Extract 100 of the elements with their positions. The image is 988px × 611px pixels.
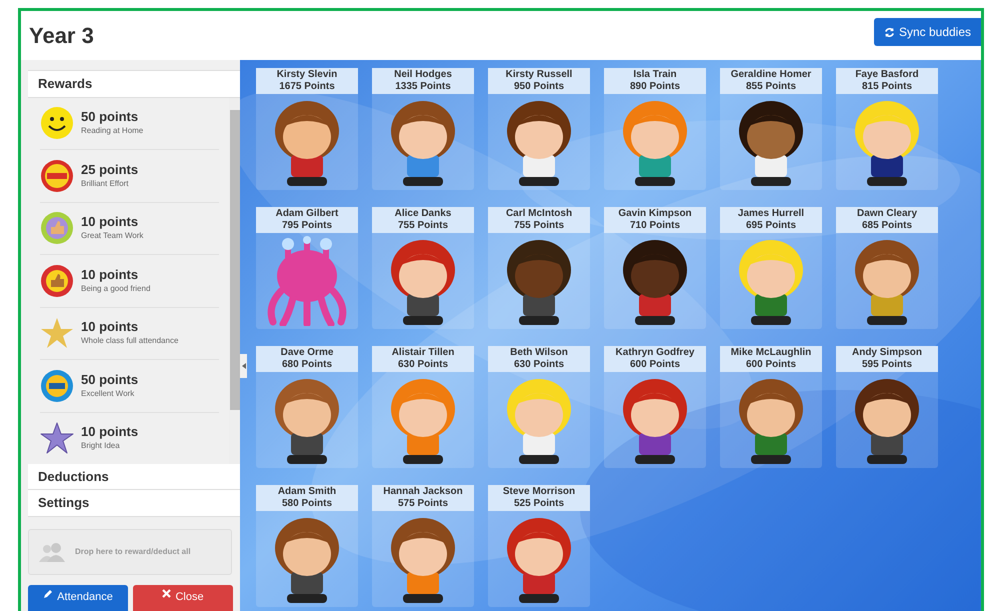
sync-buddies-button[interactable]: Sync buddies (874, 18, 981, 46)
smiley-icon (40, 106, 74, 140)
student-card[interactable]: Kirsty Russell 950 Points (488, 68, 590, 190)
student-card[interactable]: Isla Train 890 Points (604, 68, 706, 190)
reward-name: Whole class full attendance (81, 335, 178, 348)
student-card[interactable]: Andy Simpson 595 Points (836, 346, 938, 468)
reward-points: 50 points (81, 109, 140, 126)
student-card[interactable]: Mike McLaughlin 600 Points (720, 346, 822, 468)
student-points: 710 Points (630, 220, 680, 232)
section-header[interactable]: Rewards (28, 70, 240, 98)
student-name: Alice Danks (394, 208, 452, 220)
student-points: 795 Points (282, 220, 332, 232)
student-card[interactable]: Steve Morrison 525 Points (488, 485, 590, 607)
reward-item[interactable]: 50 points Excellent Work (40, 360, 219, 412)
student-card[interactable]: Dave Orme 680 Points (256, 346, 358, 468)
reward-name: Reading at Home (81, 125, 144, 138)
reward-points: 50 points (81, 372, 138, 388)
reward-name: Excellent Work (81, 388, 136, 400)
student-name: Isla Train (633, 69, 677, 81)
student-points: 695 Points (746, 220, 796, 232)
student-name: Steve Morrison (502, 486, 576, 498)
student-points: 575 Points (398, 498, 448, 510)
sync-icon (884, 26, 895, 38)
student-card[interactable]: Alistair Tillen 630 Points (372, 346, 474, 468)
student-card[interactable]: Kirsty Slevin 1675 Points (256, 68, 358, 190)
student-card[interactable]: Faye Basford 815 Points (836, 68, 938, 190)
reward-points: 10 points (81, 319, 140, 336)
student-card[interactable]: Kathryn Godfrey 600 Points (604, 346, 706, 468)
student-card[interactable]: Alice Danks 755 Points (372, 207, 474, 329)
student-card[interactable]: Adam Gilbert 795 Points (256, 207, 358, 329)
student-name: Kirsty Slevin (276, 69, 338, 81)
reward-name: Being a good friend (81, 282, 150, 295)
student-card[interactable]: Adam Smith 580 Points (256, 485, 358, 607)
student-points: 755 Points (514, 220, 564, 232)
pencil-icon (43, 588, 54, 598)
student-points: 815 Points (862, 81, 912, 93)
student-card[interactable]: Neil Hodges 1335 Points (372, 68, 474, 190)
star-icon (40, 421, 74, 456)
student-name: Alistair Tillen (392, 347, 454, 359)
reward-item[interactable]: 10 points Whole class full attendance (40, 308, 219, 360)
page-title: Year 3 (29, 22, 94, 50)
student-card[interactable]: Gavin Kimpson 710 Points (604, 207, 706, 329)
student-points: 600 Points (746, 359, 796, 371)
badge-icon (40, 368, 74, 403)
attendance-button[interactable]: Attendance (28, 584, 128, 610)
collapse-handle[interactable] (240, 354, 247, 378)
group-icon (37, 542, 67, 562)
student-name: Kathryn Godfrey (616, 347, 694, 359)
close-icon (162, 588, 172, 598)
reward-item[interactable]: 25 points Brilliant Effort (40, 150, 219, 202)
reward-points: 10 points (81, 214, 140, 230)
drop-zone-text: Drop here to reward/deduct all (75, 546, 191, 558)
student-points: 600 Points (630, 359, 680, 371)
reward-points: 10 points (81, 424, 138, 440)
student-name: Hannah Jackson (383, 486, 463, 498)
section-header[interactable]: Settings (28, 490, 240, 516)
student-name: Dave Orme (280, 347, 334, 359)
section-header[interactable]: Deductions (28, 464, 240, 490)
reward-name: Great Team Work (81, 230, 144, 242)
student-points: 525 Points (514, 498, 564, 510)
student-points: 680 Points (282, 359, 332, 371)
reward-item[interactable]: 50 points Reading at Home (40, 98, 219, 150)
student-card[interactable]: Beth Wilson 630 Points (488, 346, 590, 468)
reward-points: 25 points (81, 162, 138, 178)
student-points: 580 Points (282, 498, 332, 510)
student-name: Kirsty Russell (506, 69, 572, 81)
student-points: 890 Points (630, 81, 680, 93)
student-name: Mike McLaughlin (730, 347, 812, 359)
close-button[interactable]: Close (133, 584, 233, 610)
student-card[interactable]: Hannah Jackson 575 Points (372, 485, 474, 607)
student-card[interactable]: James Hurrell 695 Points (720, 207, 822, 329)
student-points: 1675 Points (279, 81, 335, 93)
student-name: James Hurrell (738, 208, 804, 220)
star-icon (40, 316, 74, 350)
student-name: Gavin Kimpson (618, 208, 692, 220)
thumbs-up-icon (40, 211, 74, 246)
reward-name: Bright Idea (81, 440, 121, 452)
student-name: Beth Wilson (510, 347, 568, 359)
student-name: Adam Gilbert (276, 208, 338, 220)
student-points: 595 Points (862, 359, 912, 371)
student-card[interactable]: Geraldine Homer 855 Points (720, 68, 822, 190)
student-points: 685 Points (862, 220, 912, 232)
student-name: Adam Smith (278, 486, 336, 498)
reward-points: 10 points (81, 266, 140, 283)
student-card[interactable]: Dawn Cleary 685 Points (836, 207, 938, 329)
reward-name: Brilliant Effort (81, 178, 130, 190)
student-points: 755 Points (398, 220, 448, 232)
reward-item[interactable]: 10 points Being a good friend (40, 255, 219, 308)
student-name: Faye Basford (855, 69, 919, 81)
reward-item[interactable]: 10 points Great Team Work (40, 202, 219, 255)
student-name: Geraldine Homer (730, 69, 812, 81)
student-points: 630 Points (514, 359, 564, 371)
student-card[interactable]: Carl McIntosh 755 Points (488, 207, 590, 329)
student-name: Dawn Cleary (856, 208, 918, 220)
student-points: 950 Points (514, 81, 564, 93)
student-name: Neil Hodges (394, 69, 452, 81)
student-points: 1335 Points (395, 81, 451, 93)
student-name: Andy Simpson (852, 347, 922, 359)
student-name: Carl McIntosh (506, 208, 572, 220)
student-points: 855 Points (746, 81, 796, 93)
